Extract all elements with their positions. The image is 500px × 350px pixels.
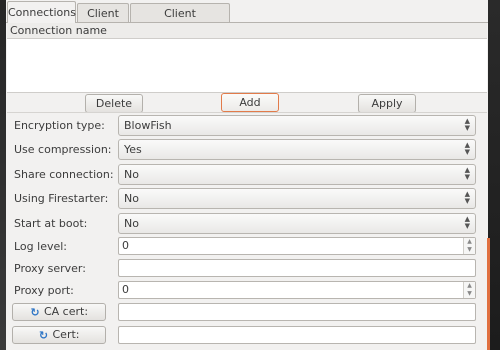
use-compression-select[interactable]: Yes ▲ ▼ — [118, 139, 476, 160]
proxy-server-input[interactable] — [118, 259, 476, 277]
start-at-boot-value: No — [124, 217, 139, 230]
cert-button[interactable]: ↻ Cert: — [12, 326, 106, 344]
encryption-type-value: BlowFish — [124, 119, 172, 132]
using-firestarter-select[interactable]: No ▲ ▼ — [118, 188, 476, 209]
ca-cert-label: CA cert: — [43, 305, 89, 318]
tab-client-configuration[interactable]: Client configuration — [130, 3, 230, 39]
proxy-port-label: Proxy port: — [14, 284, 74, 297]
vpn-config-window: Connections Client log Client configurat… — [6, 0, 490, 350]
connections-list[interactable] — [7, 39, 487, 93]
scrollbar[interactable] — [487, 238, 490, 350]
updown-arrows-icon: ▲ ▼ — [464, 117, 470, 132]
tab-client-log[interactable]: Client log — [77, 3, 129, 39]
tab-connections[interactable]: Connections — [7, 1, 76, 23]
ca-cert-input[interactable] — [118, 303, 476, 321]
cert-label: Cert: — [52, 328, 80, 341]
cert-input[interactable] — [118, 326, 476, 344]
encryption-type-label: Encryption type: — [14, 119, 105, 132]
updown-arrows-icon: ▲ ▼ — [464, 190, 470, 205]
using-firestarter-label: Using Firestarter: — [14, 192, 109, 205]
spin-arrows-icon[interactable]: ▲ ▼ — [463, 282, 475, 298]
divider — [7, 112, 487, 113]
ca-cert-button[interactable]: ↻ CA cert: — [12, 303, 106, 321]
tab-bar: Connections Client log Client configurat… — [6, 0, 488, 39]
use-compression-label: Use compression: — [14, 143, 112, 156]
apply-button[interactable]: Apply — [358, 94, 416, 113]
add-button[interactable]: Add — [221, 93, 279, 112]
spin-arrows-icon[interactable]: ▲ ▼ — [463, 238, 475, 254]
connection-name-column-header[interactable]: Connection name — [7, 23, 487, 39]
proxy-port-spinbox[interactable]: 0 ▲ ▼ — [118, 281, 476, 299]
share-connection-select[interactable]: No ▲ ▼ — [118, 164, 476, 185]
log-level-label: Log level: — [14, 240, 68, 253]
delete-button[interactable]: Delete — [85, 94, 143, 113]
proxy-port-value[interactable]: 0 — [122, 283, 129, 296]
refresh-icon: ↻ — [30, 306, 40, 319]
proxy-server-label: Proxy server: — [14, 262, 86, 275]
share-connection-value: No — [124, 168, 139, 181]
updown-arrows-icon: ▲ ▼ — [464, 141, 470, 156]
refresh-icon: ↻ — [38, 329, 49, 342]
start-at-boot-label: Start at boot: — [14, 217, 88, 230]
log-level-spinbox[interactable]: 0 ▲ ▼ — [118, 237, 476, 255]
using-firestarter-value: No — [124, 192, 139, 205]
encryption-type-select[interactable]: BlowFish ▲ ▼ — [118, 115, 476, 136]
start-at-boot-select[interactable]: No ▲ ▼ — [118, 213, 476, 234]
log-level-value[interactable]: 0 — [122, 239, 129, 252]
updown-arrows-icon: ▲ ▼ — [464, 166, 470, 181]
use-compression-value: Yes — [124, 143, 142, 156]
updown-arrows-icon: ▲ ▼ — [464, 215, 470, 230]
share-connection-label: Share connection: — [14, 168, 114, 181]
